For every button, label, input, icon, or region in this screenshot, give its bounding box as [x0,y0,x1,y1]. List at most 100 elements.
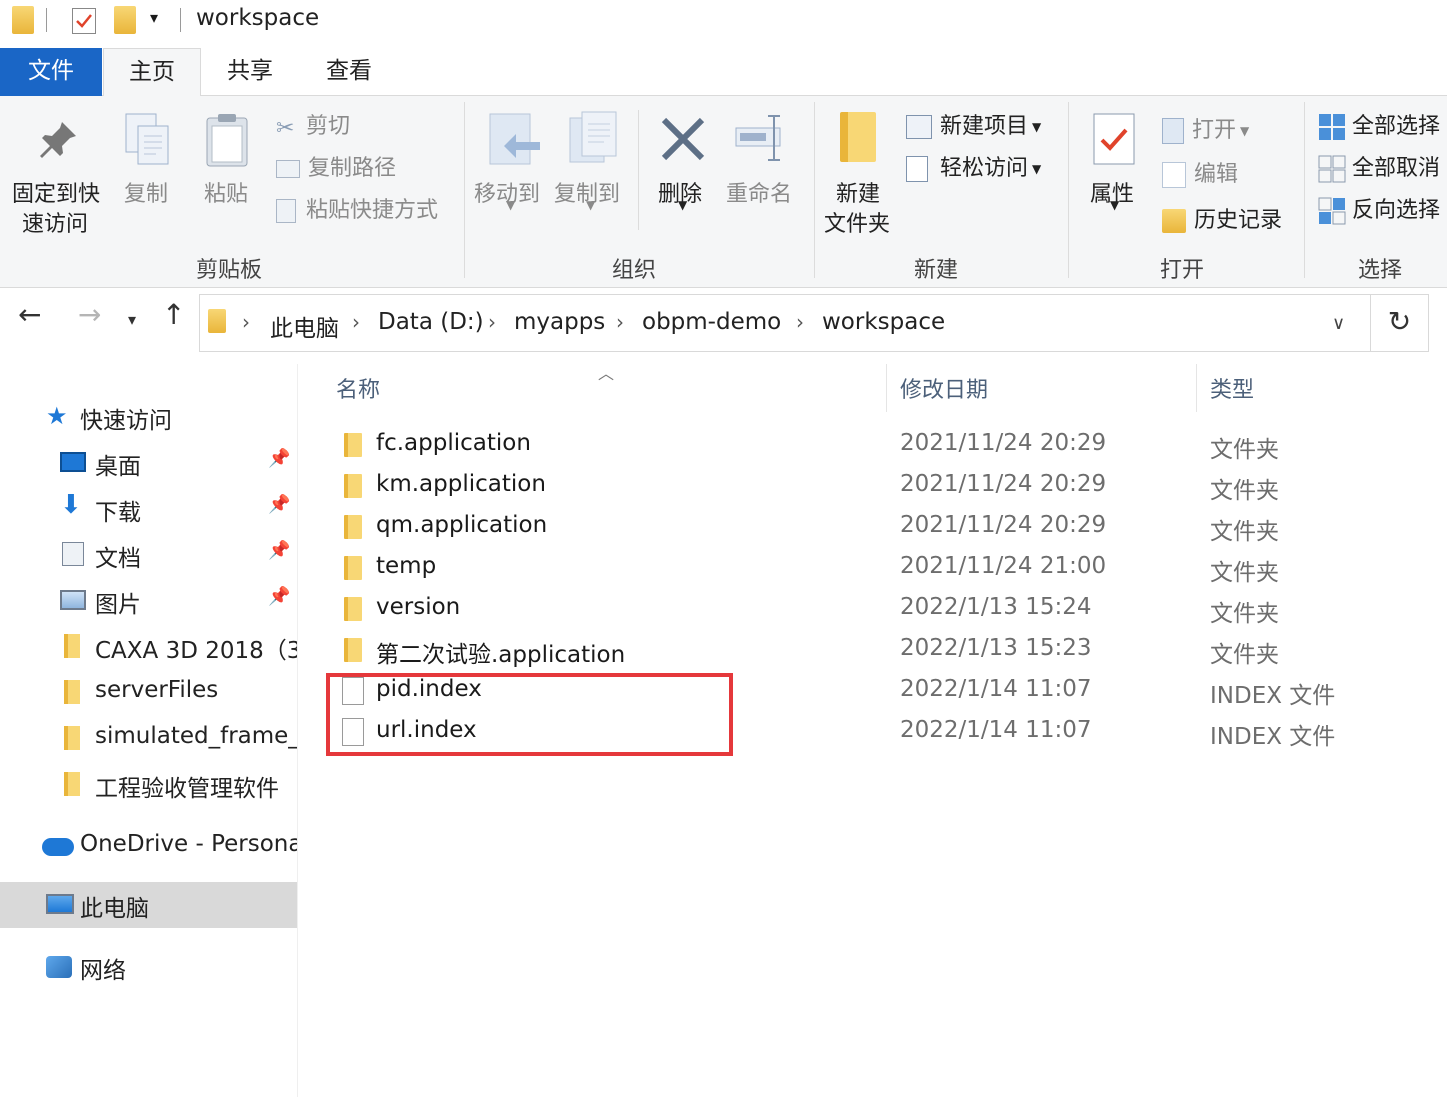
open-button[interactable]: 打开 ▼ [1162,112,1249,144]
group-divider [1068,102,1069,278]
nav-item-downloads[interactable]: ⬇ 下载 📌 [0,486,297,530]
nav-network[interactable]: 网络 [0,944,297,988]
nav-item-label: 下载 [95,500,141,526]
properties-quick-icon[interactable] [72,8,96,34]
copy-to-caret-icon: ▼ [586,198,596,212]
pin-icon[interactable]: 📌 [268,586,290,607]
address-history-dropdown-icon[interactable]: ∨ [1332,313,1345,334]
move-to-caret-icon: ▼ [506,198,516,212]
copy-path-button[interactable]: 复制路径 [276,150,396,182]
breadcrumb-data-drive[interactable]: Data (D:) [378,309,484,335]
column-header-date[interactable]: 修改日期 [900,372,988,404]
navigation-pane: ★ 快速访问 桌面 📌 ⬇ 下载 📌 文档 📌 图片 📌 CAXA 3D 201… [0,364,298,1097]
pin-icon[interactable]: 📌 [268,494,290,515]
nav-item-label: 工程验收管理软件 [95,776,279,802]
up-button[interactable]: ↑ [162,298,185,331]
file-name: fc.application [376,430,531,456]
chevron-right-icon[interactable]: › [616,310,624,334]
edit-label: 编辑 [1194,162,1239,187]
breadcrumb-workspace[interactable]: workspace [822,309,945,335]
select-none-button[interactable]: 全部取消 [1318,150,1440,183]
nav-network-label: 网络 [80,958,126,984]
tab-share[interactable]: 共享 [202,48,298,96]
nav-quick-access[interactable]: ★ 快速访问 [0,394,297,438]
nav-item-serverfiles[interactable]: serverFiles [0,670,297,714]
nav-item-simulated-frame[interactable]: simulated_frame_2 [0,716,297,760]
nav-item-engineering[interactable]: 工程验收管理软件 [0,762,297,806]
refresh-button[interactable]: ↻ [1371,294,1429,352]
tab-file[interactable]: 文件 [0,48,102,96]
address-bar[interactable]: › 此电脑 › Data (D:) › myapps › obpm-demo ›… [199,294,1371,352]
folder-icon [208,309,226,333]
tab-view[interactable]: 查看 [300,48,398,96]
divider [180,8,181,32]
pin-icon[interactable]: 📌 [268,540,290,561]
pin-icon[interactable]: 📌 [268,448,290,469]
file-type: 文件夹 [1210,519,1279,545]
title-bar: ▾ workspace [0,0,1447,42]
paste-shortcut-icon [276,199,296,223]
invert-selection-icon [1318,197,1346,225]
breadcrumb-obpm-demo[interactable]: obpm-demo [642,309,781,335]
breadcrumb-this-pc[interactable]: 此电脑 [270,309,339,343]
open-label: 打开 [1192,118,1237,143]
file-row[interactable]: fc.application 2021/11/24 20:29 文件夹 [330,425,1440,466]
select-all-button[interactable]: 全部选择 [1318,108,1440,141]
nav-item-documents[interactable]: 文档 📌 [0,532,297,576]
desktop-icon [60,452,86,472]
file-row[interactable]: temp 2021/11/24 21:00 文件夹 [330,548,1440,589]
tab-home[interactable]: 主页 [103,48,201,97]
file-date: 2021/11/24 20:29 [900,471,1107,497]
file-row[interactable]: 第二次试验.application 2022/1/13 15:23 文件夹 [330,630,1440,671]
network-icon [46,956,72,978]
folder-icon [344,515,362,539]
chevron-right-icon[interactable]: › [488,310,496,334]
breadcrumb-myapps[interactable]: myapps [514,309,605,335]
cut-button[interactable]: ✂ 剪切 [276,108,350,141]
nav-quick-access-label: 快速访问 [80,408,172,434]
column-divider[interactable] [886,364,887,412]
history-button[interactable]: 历史记录 [1162,202,1282,234]
ribbon: 固定到快 速访问 复制 粘贴 ✂剪切 复制路径 粘贴快捷方式 剪贴板 移动到 [0,96,1447,288]
file-row[interactable]: km.application 2021/11/24 20:29 文件夹 [330,466,1440,507]
select-none-label: 全部取消 [1352,156,1441,181]
nav-onedrive[interactable]: OneDrive - Personal [0,824,297,868]
new-item-icon [906,115,932,139]
easy-access-button[interactable]: 轻松访问 ▼ [906,150,1041,182]
customize-toolbar-icon[interactable]: ▾ [150,8,158,36]
file-type: INDEX 文件 [1210,724,1336,750]
file-type: 文件夹 [1210,601,1279,627]
back-button[interactable]: ← [18,298,41,331]
open-icon [1162,118,1184,144]
nav-item-pictures[interactable]: 图片 📌 [0,578,297,622]
forward-button[interactable]: → [78,298,101,331]
new-folder-label-line2: 文件夹 [824,212,891,237]
nav-item-label: 文档 [95,546,141,572]
file-row[interactable]: version 2022/1/13 15:24 文件夹 [330,589,1440,630]
paste-shortcut-button[interactable]: 粘贴快捷方式 [276,192,438,224]
file-type: INDEX 文件 [1210,683,1336,709]
recent-locations-icon[interactable]: ▾ [128,310,136,329]
chevron-right-icon[interactable]: › [796,310,804,334]
column-header-type[interactable]: 类型 [1210,372,1254,404]
column-header-name[interactable]: 名称 [336,372,380,404]
file-row[interactable]: qm.application 2021/11/24 20:29 文件夹 [330,507,1440,548]
copy-icon [125,113,169,165]
edit-button[interactable]: 编辑 [1162,156,1238,188]
column-divider[interactable] [1196,364,1197,412]
group-label-open: 打开 [1160,258,1205,283]
file-type: 文件夹 [1210,437,1279,463]
invert-selection-button[interactable]: 反向选择 [1318,192,1440,225]
folder-icon [344,597,362,621]
easy-access-icon [906,156,928,182]
chevron-right-icon[interactable]: › [352,310,360,334]
nav-item-caxa[interactable]: CAXA 3D 2018（3 [0,624,297,668]
new-folder-quick-icon[interactable] [114,6,136,34]
scissors-icon: ✂ [276,116,295,141]
paste-label: 粘贴 [204,182,249,207]
new-item-button[interactable]: 新建项目 ▼ [906,108,1041,140]
nav-this-pc[interactable]: 此电脑 [0,882,297,928]
select-all-label: 全部选择 [1352,114,1441,139]
ribbon-tabs: 文件 主页 共享 查看 [0,48,1447,97]
nav-item-desktop[interactable]: 桌面 📌 [0,440,297,484]
